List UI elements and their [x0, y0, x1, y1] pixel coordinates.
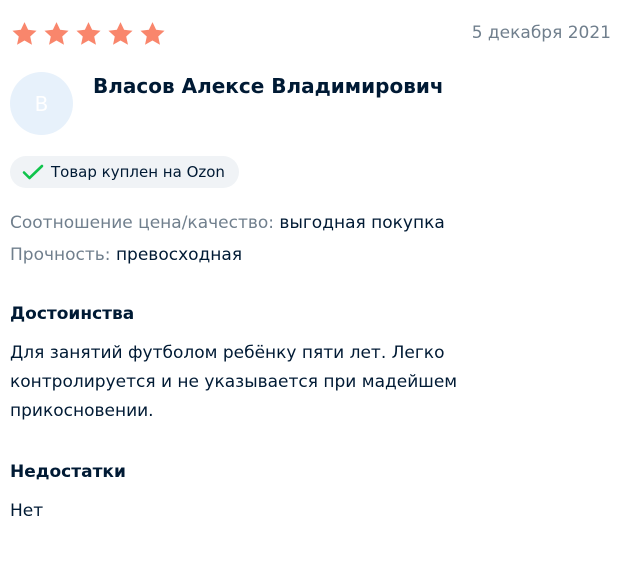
review-date: 5 декабря 2021 — [471, 23, 611, 43]
star-icon — [108, 22, 133, 45]
author-name[interactable]: Власов Алексе Владимирович — [93, 74, 444, 98]
cons-text: Нет — [10, 501, 44, 521]
attribute-row-durability: Прочность: превосходная — [10, 245, 242, 265]
avatar[interactable]: В — [10, 72, 73, 135]
attribute-label: Прочность: — [10, 245, 111, 265]
star-icon — [76, 22, 101, 45]
review-card: 5 декабря 2021 В Власов Алексе Владимиро… — [0, 0, 621, 565]
avatar-initial: В — [34, 91, 49, 116]
pros-title: Достоинства — [10, 304, 135, 324]
attribute-row-price-quality: Соотношение цена/качество: выгодная поку… — [10, 213, 445, 233]
cons-title: Недостатки — [10, 462, 126, 482]
attribute-value: выгодная покупка — [279, 213, 445, 233]
purchase-badge-text: Товар куплен на Ozon — [51, 163, 225, 181]
pros-text: Для занятий футболом ребёнку пяти лет. Л… — [10, 343, 458, 421]
attribute-value: превосходная — [115, 245, 243, 265]
star-icon — [44, 22, 69, 45]
attribute-label: Соотношение цена/качество: — [10, 213, 275, 233]
rating-stars — [10, 20, 167, 48]
star-icon — [12, 22, 37, 45]
star-icon — [140, 22, 165, 45]
check-icon — [22, 164, 44, 180]
purchase-badge: Товар куплен на Ozon — [10, 156, 239, 188]
